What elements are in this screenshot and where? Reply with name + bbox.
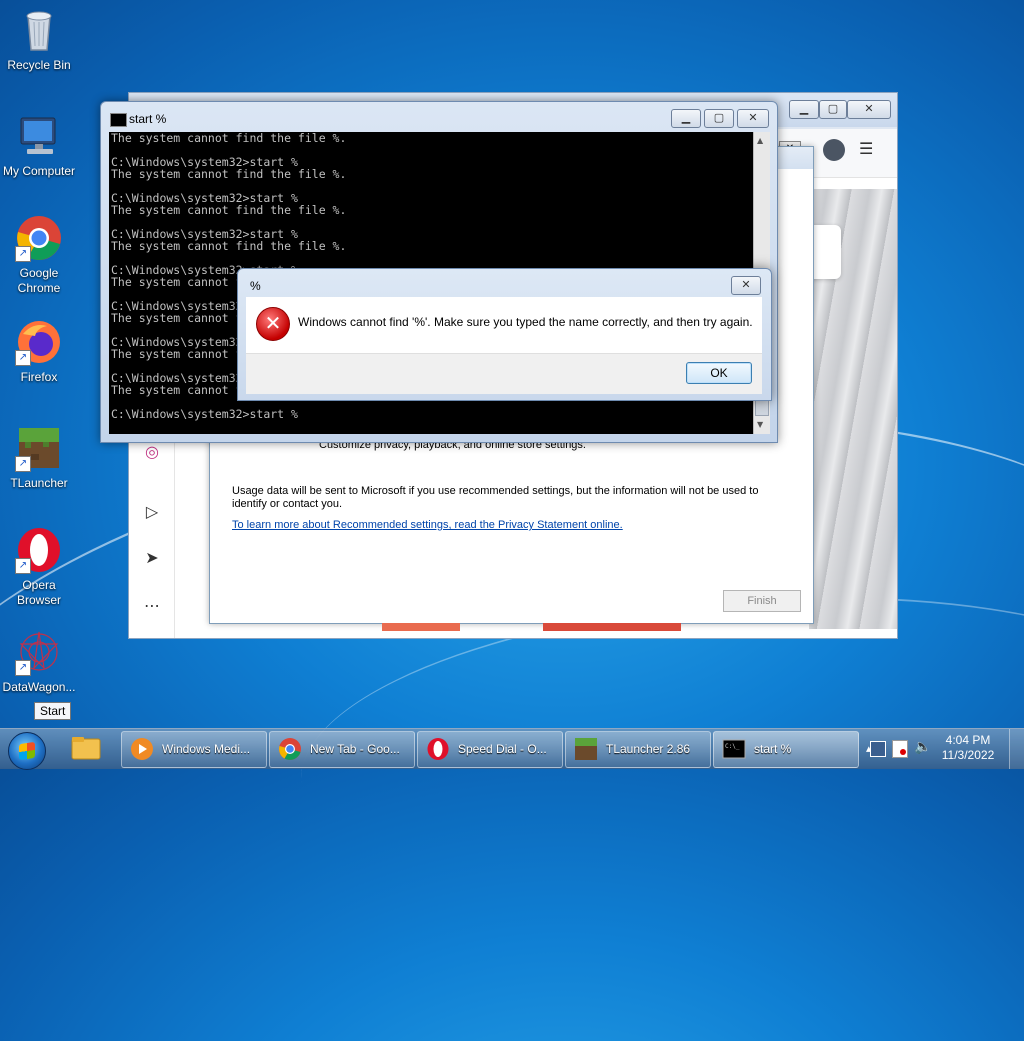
cmd-maximize-button[interactable]: ▢: [704, 109, 734, 128]
cmd-close-button[interactable]: ✕: [737, 109, 769, 128]
scroll-down-icon[interactable]: ▼: [757, 420, 763, 429]
chrome-icon: ↗: [15, 214, 63, 262]
desktop-icon-label: My Computer: [2, 164, 76, 178]
desktop-icon-label: Recycle Bin: [7, 58, 71, 72]
settings-sliders-icon[interactable]: ☰: [859, 139, 873, 158]
firefox-icon: ↗: [15, 318, 63, 366]
taskbar-button-tlauncher[interactable]: TLauncher 2.86: [565, 731, 711, 768]
console-line: The system cannot find the file %.: [111, 239, 347, 253]
taskbar-button-label: Windows Medi...: [162, 742, 251, 756]
account-icon[interactable]: [823, 139, 845, 161]
console-line: C:\Windows\system32>start %: [111, 407, 298, 421]
opera-icon: [427, 738, 449, 760]
media-player-icon: [131, 738, 153, 760]
windows-logo-icon: [19, 741, 35, 761]
shortcut-arrow-icon: ↗: [15, 350, 31, 366]
svg-text:C:\_: C:\_: [725, 743, 740, 750]
recycle-bin-icon: [15, 6, 63, 54]
console-line: The system cannot find the file %.: [111, 132, 347, 145]
privacy-statement-link[interactable]: To learn more about Recommended settings…: [232, 519, 623, 531]
play-circle-icon[interactable]: ▷: [141, 501, 163, 523]
explorer-pinned-button[interactable]: [66, 731, 110, 767]
more-icon[interactable]: ⋯: [141, 595, 163, 617]
taskbar: Windows Medi... New Tab - Goo... Speed D…: [0, 728, 1024, 770]
action-center-flag-icon[interactable]: [892, 740, 908, 758]
console-line: The system cannot find the file %.: [111, 203, 347, 217]
cmd-icon: C:\_: [722, 739, 746, 759]
clock-time: 4:04 PM: [945, 733, 991, 747]
shortcut-arrow-icon: ↗: [15, 456, 31, 472]
folder-icon: [71, 737, 101, 760]
desktop-icon-recycle-bin[interactable]: Recycle Bin: [0, 6, 78, 73]
volume-icon[interactable]: 🔈: [914, 739, 931, 755]
cmd-icon: [110, 113, 127, 127]
footer-banner-left: [382, 623, 460, 631]
show-desktop-button[interactable]: [1009, 729, 1024, 769]
taskbar-button-label: TLauncher 2.86: [606, 742, 691, 756]
taskbar-button-label: start %: [754, 742, 792, 756]
error-message: Windows cannot find '%'. Make sure you t…: [298, 315, 753, 329]
bg-close-button[interactable]: ✕: [847, 100, 891, 119]
desktop-icon-label: Opera Browser: [16, 578, 61, 607]
network-icon[interactable]: [870, 741, 886, 757]
cmd-minimize-button[interactable]: ▁: [671, 109, 701, 128]
error-icon: ✕: [256, 307, 290, 341]
taskbar-button-cmd[interactable]: C:\_ start %: [713, 731, 859, 768]
desktop-icon-opera[interactable]: ↗ Opera Browser: [0, 526, 78, 608]
clock-date: 11/3/2022: [941, 748, 995, 762]
datawagon-icon: ↗: [15, 628, 63, 676]
taskbar-button-opera[interactable]: Speed Dial - O...: [417, 731, 563, 768]
start-tooltip: Start: [34, 702, 72, 720]
desktop-icon-firefox[interactable]: ↗ Firefox: [0, 318, 78, 385]
cmd-window-title: start %: [129, 112, 167, 126]
taskbar-button-chrome[interactable]: New Tab - Goo...: [269, 731, 415, 768]
scroll-up-icon[interactable]: ▲: [757, 136, 763, 145]
desktop-icon-my-computer[interactable]: My Computer: [0, 112, 78, 179]
chrome-icon: [279, 738, 301, 760]
tlauncher-icon: [575, 738, 597, 760]
desktop-icon-label: Google Chrome: [17, 266, 61, 295]
computer-icon: [15, 112, 63, 160]
bg-maximize-button[interactable]: ▢: [819, 100, 847, 119]
tlauncher-icon: ↗: [15, 424, 63, 472]
taskbar-button-label: New Tab - Goo...: [310, 742, 400, 756]
error-dialog-title: %: [250, 279, 261, 293]
ok-button[interactable]: OK: [686, 362, 752, 384]
opera-icon: ↗: [15, 526, 63, 574]
error-dialog-body: ✕ Windows cannot find '%'. Make sure you…: [246, 297, 762, 353]
send-icon[interactable]: ➤: [141, 547, 163, 569]
footer-banner-right: [543, 623, 681, 631]
desktop-icon-label: TLauncher: [10, 476, 68, 490]
taskbar-button-media-player[interactable]: Windows Medi...: [121, 731, 267, 768]
desktop-icon-label: Firefox: [20, 370, 58, 384]
finish-button[interactable]: Finish: [723, 590, 801, 612]
desktop-icon-google-chrome[interactable]: ↗ Google Chrome: [0, 214, 78, 296]
error-dialog-footer: OK: [246, 353, 762, 394]
desktop-icon-label: DataWagon...: [2, 680, 76, 694]
error-close-button[interactable]: ✕: [731, 276, 761, 295]
instagram-icon[interactable]: ◎: [141, 441, 163, 463]
bg-minimize-button[interactable]: ▁: [789, 100, 819, 119]
shortcut-arrow-icon: ↗: [15, 246, 31, 262]
console-line: The system cannot find the file %.: [111, 167, 347, 181]
clock[interactable]: 4:04 PM 11/3/2022: [933, 733, 1003, 763]
usage-data-text: Usage data will be sent to Microsoft if …: [232, 485, 759, 510]
start-button[interactable]: [8, 732, 46, 770]
taskbar-button-label: Speed Dial - O...: [458, 742, 547, 756]
shortcut-arrow-icon: ↗: [15, 558, 31, 574]
desktop-icon-datawagon[interactable]: ↗ DataWagon...: [0, 628, 78, 695]
desktop-icon-tlauncher[interactable]: ↗ TLauncher: [0, 424, 78, 491]
error-dialog[interactable]: % ✕ ✕ Windows cannot find '%'. Make sure…: [237, 268, 772, 401]
shortcut-arrow-icon: ↗: [15, 660, 31, 676]
